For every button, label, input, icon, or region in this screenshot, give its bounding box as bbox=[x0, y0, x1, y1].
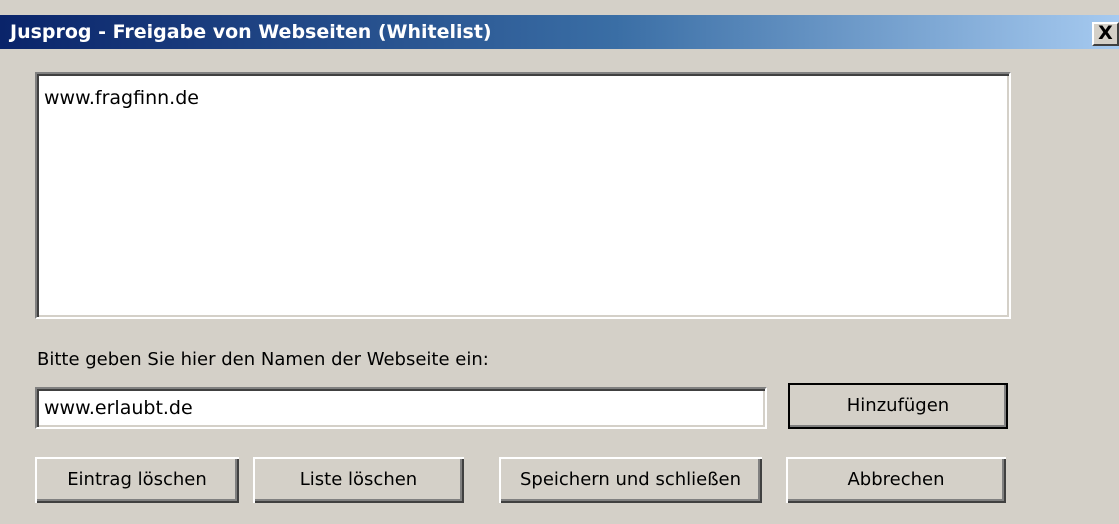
whitelist-dialog: Jusprog - Freigabe von Webseiten (Whitel… bbox=[0, 0, 1119, 524]
list-item[interactable]: www.fragfinn.de bbox=[44, 86, 1009, 110]
save-and-close-button[interactable]: Speichern und schließen bbox=[499, 457, 762, 503]
window-title: Jusprog - Freigabe von Webseiten (Whitel… bbox=[10, 21, 492, 43]
delete-entry-button[interactable]: Eintrag löschen bbox=[35, 457, 239, 503]
whitelist-listbox[interactable]: www.fragfinn.de bbox=[35, 72, 1011, 319]
delete-list-button[interactable]: Liste löschen bbox=[253, 457, 464, 503]
website-name-input[interactable] bbox=[35, 387, 767, 429]
website-name-label: Bitte geben Sie hier den Namen der Webse… bbox=[37, 349, 489, 370]
close-icon: X bbox=[1098, 22, 1113, 44]
cancel-button[interactable]: Abbrechen bbox=[786, 457, 1006, 503]
close-button[interactable]: X bbox=[1092, 22, 1119, 46]
title-bar: Jusprog - Freigabe von Webseiten (Whitel… bbox=[0, 15, 1119, 49]
add-button[interactable]: Hinzufügen bbox=[788, 383, 1008, 429]
